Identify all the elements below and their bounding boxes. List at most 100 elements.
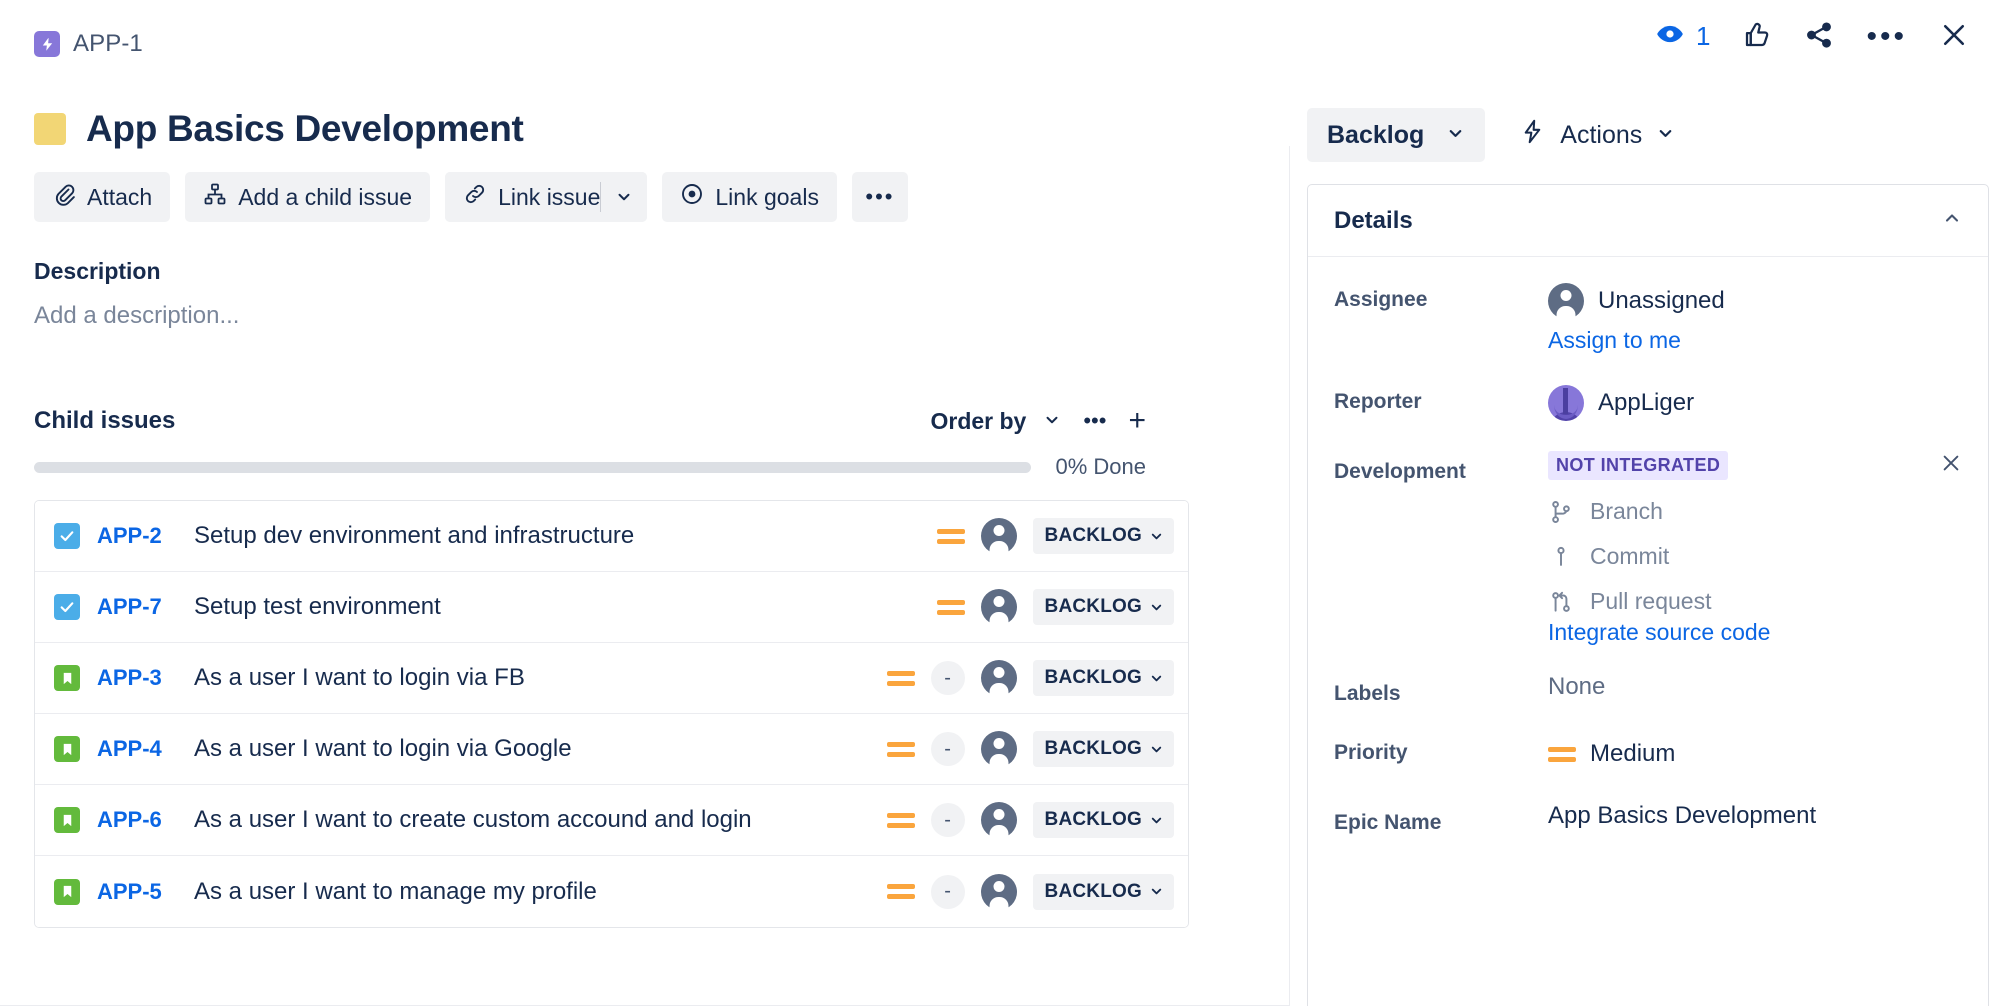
add-child-issue-button[interactable]: Add a child issue: [185, 172, 431, 222]
progress-percent-label: 0% Done: [1055, 454, 1146, 479]
link-issue-dropdown-chevron-down-icon[interactable]: [601, 172, 648, 222]
issue-summary[interactable]: As a user I want to login via FB: [194, 664, 525, 692]
status-dropdown[interactable]: BACKLOG: [1032, 660, 1174, 696]
table-row[interactable]: APP-6 As a user I want to create custom a…: [35, 785, 1188, 856]
details-panel: Details Assignee Unassigned Assign to me: [1307, 184, 1989, 1006]
story-type-icon: [54, 665, 80, 691]
avatar[interactable]: [980, 660, 1017, 696]
reporter-value-group: AppLiger: [1548, 381, 1962, 425]
assignee-label: Assignee: [1334, 288, 1428, 311]
issue-more-ellipsis-icon[interactable]: •••: [1866, 21, 1907, 51]
status-dropdown[interactable]: BACKLOG: [1032, 518, 1174, 554]
add-child-issue-label: Add a child issue: [238, 183, 413, 210]
issue-summary[interactable]: Setup test environment: [194, 593, 441, 621]
estimate-badge[interactable]: -: [930, 732, 965, 766]
sidebar-top-actions: Backlog Actions: [1290, 108, 1999, 162]
share-button[interactable]: [1804, 20, 1834, 53]
field-reporter: Reporter AppLiger: [1334, 381, 1962, 425]
link-chain-icon: [463, 182, 487, 212]
issue-title-row: App Basics Development: [34, 108, 1290, 150]
epic-name-value[interactable]: App Basics Development: [1548, 802, 1962, 830]
field-assignee: Assignee Unassigned Assign to me: [1334, 279, 1962, 355]
child-issues-header: Child issues Order by ••• +: [34, 404, 1146, 438]
table-row[interactable]: APP-4 As a user I want to login via Googl…: [35, 714, 1188, 785]
details-collapse-chevron-up-icon[interactable]: [1942, 208, 1962, 233]
breadcrumb[interactable]: APP-1: [34, 22, 1290, 66]
table-row[interactable]: APP-7 Setup test environment BACKLOG: [35, 572, 1188, 643]
issue-key-link[interactable]: APP-3: [97, 665, 182, 691]
issue-key-link[interactable]: APP-7: [97, 594, 182, 620]
link-issue-button[interactable]: Link issue: [445, 172, 601, 222]
status-dropdown[interactable]: BACKLOG: [1032, 873, 1174, 910]
table-row[interactable]: APP-2 Setup dev environment and infrastru…: [35, 501, 1188, 572]
issue-summary[interactable]: As a user I want to create custom accoun…: [194, 806, 752, 834]
development-branch-item[interactable]: Branch: [1548, 498, 1962, 525]
avatar[interactable]: [980, 731, 1017, 767]
child-issues-actions: Order by ••• +: [930, 404, 1146, 438]
like-button[interactable]: [1742, 20, 1772, 53]
priority-medium-icon: [886, 667, 915, 689]
reporter-value: AppLiger: [1598, 389, 1695, 416]
issue-key-link[interactable]: APP-5: [97, 879, 182, 905]
order-by-dropdown[interactable]: Order by: [930, 408, 1061, 435]
child-issue-hierarchy-icon: [203, 182, 227, 212]
status-dropdown[interactable]: BACKLOG: [1032, 802, 1174, 838]
development-pull-request-item[interactable]: Pull request: [1548, 588, 1962, 615]
watch-button[interactable]: 1: [1656, 20, 1710, 53]
commit-icon: [1548, 544, 1574, 570]
estimate-badge[interactable]: -: [930, 661, 965, 695]
add-child-issue-plus-icon[interactable]: +: [1128, 404, 1146, 438]
issue-status-label: Backlog: [1327, 120, 1425, 149]
labels-value[interactable]: None: [1548, 673, 1962, 701]
actions-dropdown[interactable]: Actions: [1519, 118, 1675, 152]
breadcrumb-issue-key[interactable]: APP-1: [73, 30, 143, 58]
attach-button[interactable]: Attach: [34, 172, 171, 222]
epic-name-label: Epic Name: [1334, 811, 1442, 834]
avatar[interactable]: [980, 518, 1017, 554]
column-divider: [1289, 146, 1290, 1006]
close-button[interactable]: [1939, 20, 1969, 53]
details-panel-header: Details: [1308, 185, 1988, 257]
development-dismiss-close-icon[interactable]: [1940, 452, 1962, 480]
priority-picker[interactable]: Medium: [1548, 732, 1962, 776]
priority-value-group: Medium: [1548, 732, 1962, 776]
priority-medium-icon: [1548, 743, 1576, 765]
table-row[interactable]: APP-5 As a user I want to manage my profi…: [35, 856, 1188, 927]
details-title: Details: [1334, 206, 1413, 234]
estimate-badge[interactable]: -: [930, 874, 965, 909]
link-goals-button[interactable]: Link goals: [662, 172, 837, 222]
watch-count: 1: [1696, 21, 1711, 51]
issue-key-link[interactable]: APP-6: [97, 807, 182, 833]
avatar[interactable]: [980, 873, 1017, 910]
status-dropdown[interactable]: BACKLOG: [1032, 589, 1174, 625]
assignee-picker[interactable]: Unassigned: [1548, 279, 1962, 323]
issue-summary[interactable]: As a user I want to manage my profile: [194, 878, 597, 906]
integrate-source-code-link[interactable]: Integrate source code: [1548, 619, 1770, 646]
issue-summary[interactable]: As a user I want to login via Google: [194, 735, 572, 763]
description-section: Description Add a description...: [34, 258, 1290, 330]
child-issues-more-ellipsis-icon[interactable]: •••: [1083, 408, 1106, 434]
page-title[interactable]: App Basics Development: [86, 108, 524, 150]
estimate-badge[interactable]: -: [930, 803, 965, 837]
table-row[interactable]: APP-3 As a user I want to login via FB - BA…: [35, 643, 1188, 714]
issue-status-dropdown[interactable]: Backlog: [1307, 108, 1486, 162]
priority-medium-icon: [886, 809, 915, 831]
status-dropdown[interactable]: BACKLOG: [1032, 731, 1174, 767]
description-input[interactable]: Add a description...: [34, 302, 1290, 330]
issue-summary[interactable]: Setup dev environment and infrastructure: [194, 522, 634, 550]
row-meta: - BACKLOG: [886, 802, 1174, 838]
avatar[interactable]: [980, 589, 1017, 625]
toolbar-more-ellipsis-icon[interactable]: •••: [851, 172, 908, 222]
order-by-label: Order by: [930, 407, 1027, 434]
priority-medium-icon: [936, 596, 965, 618]
issue-key-link[interactable]: APP-4: [97, 736, 182, 762]
epic-color-swatch[interactable]: [34, 113, 66, 145]
issue-key-link[interactable]: APP-2: [97, 523, 182, 549]
priority-medium-icon: [936, 525, 965, 547]
link-issue-split-button: Link issue: [445, 172, 648, 222]
assign-to-me-link[interactable]: Assign to me: [1548, 327, 1681, 354]
avatar[interactable]: [980, 802, 1017, 838]
reporter-picker[interactable]: AppLiger: [1548, 381, 1962, 425]
development-commit-item[interactable]: Commit: [1548, 543, 1962, 570]
avatar: [1548, 283, 1584, 319]
